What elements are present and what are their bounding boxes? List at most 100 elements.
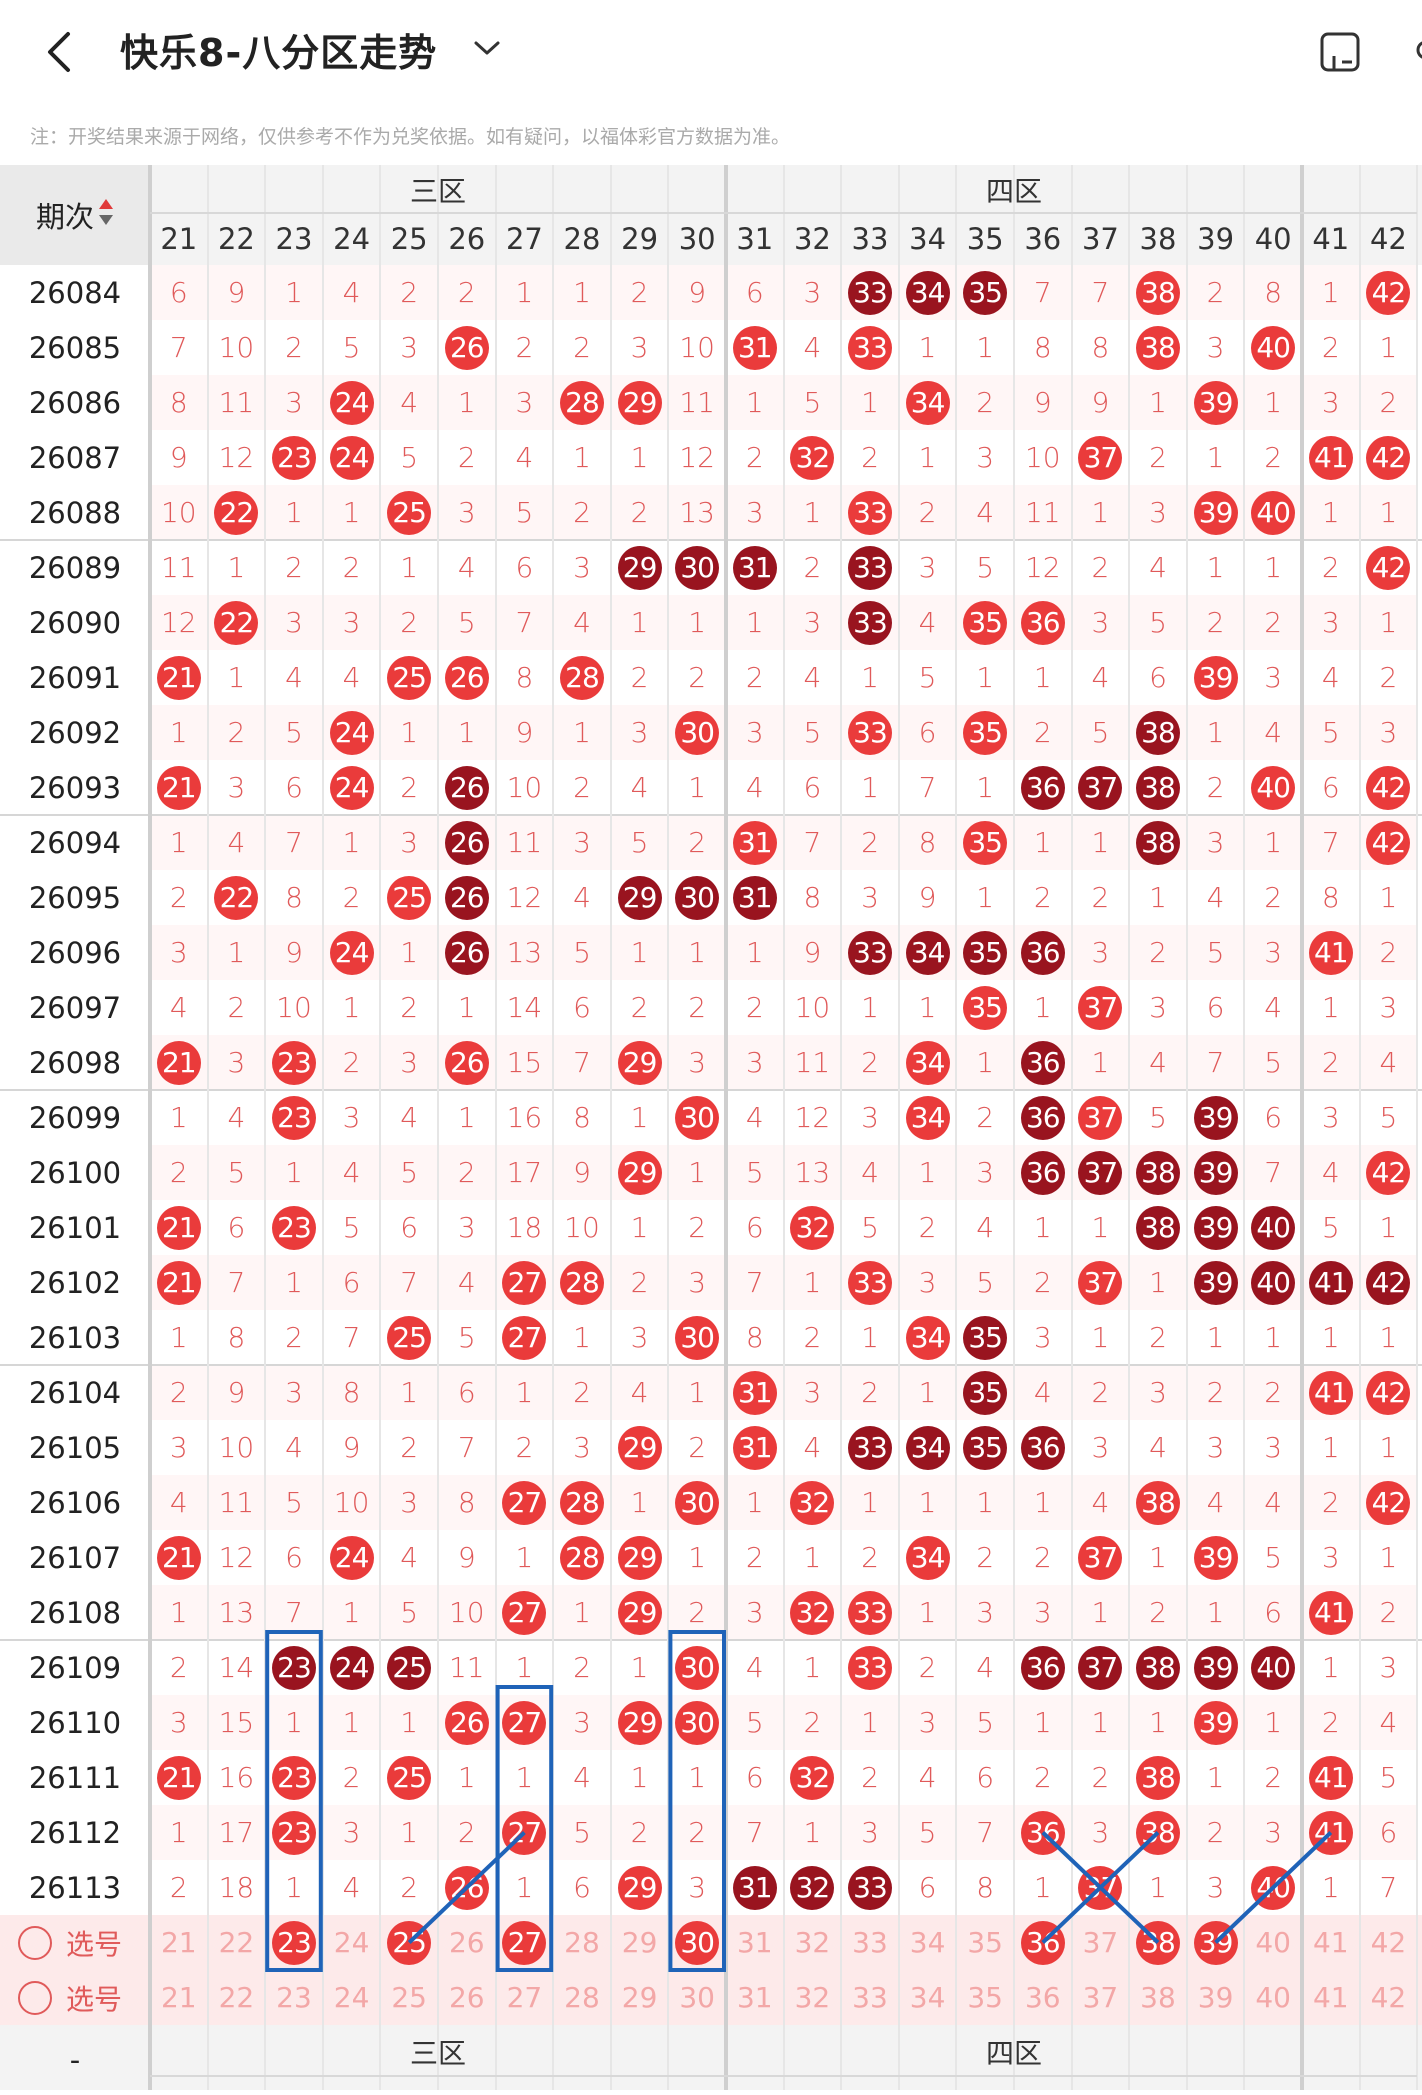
- drawn-number-ball: 24: [329, 380, 374, 425]
- table-cell: 1: [899, 1585, 957, 1640]
- omission-count: 4: [515, 441, 534, 474]
- table-cell: 4: [726, 1640, 784, 1695]
- omission-count: 7: [1379, 1871, 1398, 1904]
- omission-count: 1: [1091, 1046, 1110, 1079]
- radio-circle-icon[interactable]: [18, 1925, 52, 1960]
- table-cell: 6: [1302, 760, 1360, 815]
- pick-number[interactable]: 23: [265, 1970, 323, 2025]
- table-cell: 34: [899, 1420, 957, 1475]
- pick-number[interactable]: 42: [1360, 1970, 1418, 2025]
- selected-number-ball[interactable]: 25: [387, 1920, 432, 1965]
- omission-count: 6: [457, 1376, 476, 1409]
- table-cell: 3: [1302, 595, 1360, 650]
- table-cell: 6: [899, 705, 957, 760]
- table-cell: 4: [380, 1090, 438, 1145]
- pick-number[interactable]: 21: [150, 1915, 208, 1970]
- table-cell: 7: [726, 1805, 784, 1860]
- pick-number[interactable]: 22: [208, 1970, 266, 2025]
- pick-number[interactable]: 30: [668, 1915, 726, 1970]
- table-cell: 2: [1302, 1475, 1360, 1530]
- pick-number[interactable]: 36: [1014, 1915, 1072, 1970]
- pick-number[interactable]: 37: [1072, 1915, 1130, 1970]
- pick-number[interactable]: 25: [380, 1915, 438, 1970]
- table-cell: 41: [1302, 430, 1360, 485]
- pick-row-toggle[interactable]: 选号: [0, 1915, 150, 1970]
- pick-number[interactable]: 34: [899, 1970, 957, 2025]
- pick-number[interactable]: 27: [496, 1915, 554, 1970]
- selected-number-ball[interactable]: 23: [271, 1920, 316, 1965]
- selected-number-ball[interactable]: 27: [502, 1920, 547, 1965]
- omission-count: 1: [1206, 716, 1225, 749]
- pick-number[interactable]: 35: [956, 1970, 1014, 2025]
- pick-number[interactable]: 39: [1187, 1915, 1245, 1970]
- column-header: 41: [1312, 222, 1350, 256]
- pick-number[interactable]: 29: [611, 1970, 669, 2025]
- omission-count: 1: [1206, 1321, 1225, 1354]
- omission-count: 2: [1033, 1761, 1052, 1794]
- selected-number-ball[interactable]: 36: [1020, 1920, 1065, 1965]
- pick-number[interactable]: 42: [1360, 1915, 1418, 1970]
- pick-number[interactable]: 41: [1302, 1915, 1360, 1970]
- pick-number[interactable]: 27: [496, 1970, 554, 2025]
- pick-number[interactable]: 37: [1072, 1970, 1130, 2025]
- table-cell: 24: [323, 1640, 381, 1695]
- pick-number[interactable]: 32: [784, 1970, 842, 2025]
- issue-header[interactable]: 期次: [0, 165, 150, 265]
- table-cell: 3: [150, 925, 208, 980]
- omission-count: 5: [918, 661, 937, 694]
- omission-count: 6: [745, 1211, 764, 1244]
- selected-number-ball[interactable]: 30: [675, 1920, 720, 1965]
- pick-number[interactable]: 39: [1187, 1970, 1245, 2025]
- table-cell: 4: [553, 595, 611, 650]
- pick-number[interactable]: 29: [611, 1915, 669, 1970]
- pick-number[interactable]: 24: [323, 1915, 381, 1970]
- pick-number[interactable]: 38: [1129, 1915, 1187, 1970]
- pick-number[interactable]: 26: [438, 1915, 496, 1970]
- pick-number-label: 26: [448, 1981, 485, 2014]
- pick-number[interactable]: 28: [553, 1970, 611, 2025]
- table-cell: 5: [956, 1255, 1014, 1310]
- footer-divider: [150, 2075, 1418, 2077]
- omission-count: 7: [803, 826, 822, 859]
- pick-number[interactable]: 38: [1129, 1970, 1187, 2025]
- pick-number[interactable]: 40: [1244, 1915, 1302, 1970]
- table-cell: 39: [1187, 1530, 1245, 1585]
- pick-row-toggle[interactable]: 选号: [0, 1970, 150, 2025]
- pick-number[interactable]: 25: [380, 1970, 438, 2025]
- pick-number[interactable]: 28: [553, 1915, 611, 1970]
- selected-number-ball[interactable]: 38: [1135, 1920, 1180, 1965]
- pick-number[interactable]: 32: [784, 1915, 842, 1970]
- table-cell: 5: [1244, 1530, 1302, 1585]
- sort-icon[interactable]: [98, 197, 114, 234]
- pick-number[interactable]: 33: [841, 1970, 899, 2025]
- table-cell: 2: [726, 650, 784, 705]
- pick-number[interactable]: 40: [1244, 1970, 1302, 2025]
- omission-count: 2: [573, 1376, 591, 1409]
- pick-number[interactable]: 24: [323, 1970, 381, 2025]
- pick-number[interactable]: 30: [668, 1970, 726, 2025]
- pick-number[interactable]: 31: [726, 1915, 784, 1970]
- table-cell: 2: [1014, 870, 1072, 925]
- table-cell: 22: [208, 870, 266, 925]
- pick-number[interactable]: 41: [1302, 1970, 1360, 2025]
- pick-number[interactable]: 21: [150, 1970, 208, 2025]
- pick-number[interactable]: 31: [726, 1970, 784, 2025]
- table-cell: 8: [1302, 870, 1360, 925]
- pick-number[interactable]: 23: [265, 1915, 323, 1970]
- table-cell: 5: [496, 485, 554, 540]
- pick-number[interactable]: 22: [208, 1915, 266, 1970]
- table-cell: 4: [150, 980, 208, 1035]
- omission-count: 4: [342, 661, 361, 694]
- selected-number-ball[interactable]: 39: [1193, 1920, 1238, 1965]
- pick-number[interactable]: 36: [1014, 1970, 1072, 2025]
- pick-number[interactable]: 26: [438, 1970, 496, 2025]
- table-cell: 8: [208, 1310, 266, 1365]
- pick-number[interactable]: 33: [841, 1915, 899, 1970]
- pick-number[interactable]: 35: [956, 1915, 1014, 1970]
- radio-circle-icon[interactable]: [18, 1980, 52, 2015]
- table-cell: 25: [380, 650, 438, 705]
- omission-count: 5: [745, 1156, 764, 1189]
- column-header: 25: [390, 222, 428, 256]
- pick-number[interactable]: 34: [899, 1915, 957, 1970]
- table-cell: 7: [726, 1255, 784, 1310]
